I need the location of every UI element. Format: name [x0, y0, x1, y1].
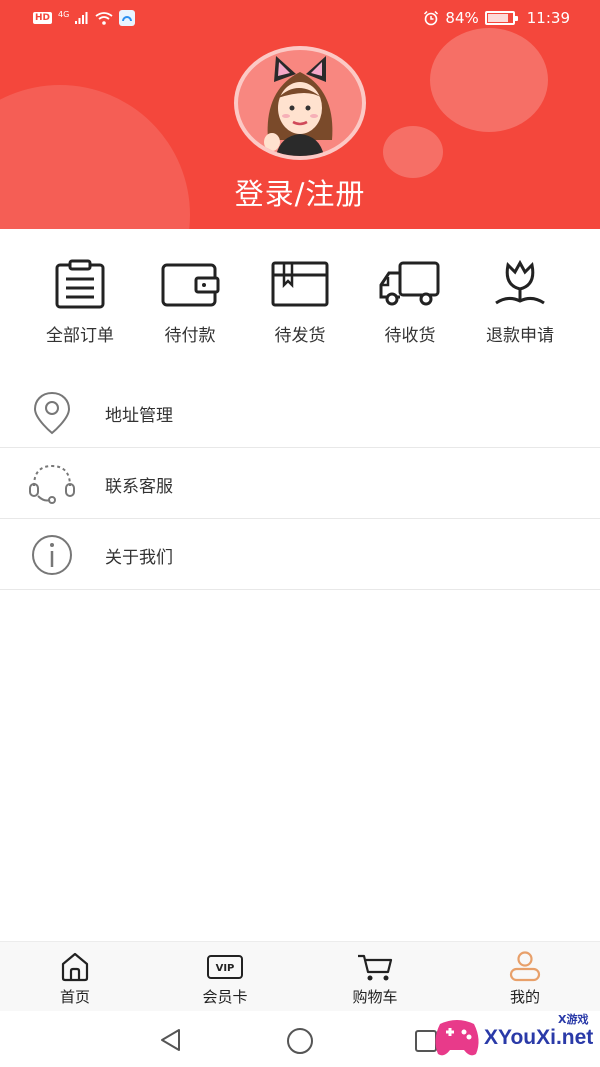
order-label: 退款申请 [486, 326, 554, 346]
login-register-link[interactable]: 登录/注册 [0, 171, 600, 213]
order-unpaid-button[interactable]: 待付款 [135, 259, 245, 354]
order-label: 待付款 [164, 326, 216, 346]
decorative-bubble [430, 28, 548, 132]
status-bar: HD 4G 84% 11:39 [0, 0, 600, 38]
location-pin-icon [33, 391, 71, 435]
alarm-icon [424, 10, 439, 26]
menu-item-label: 地址管理 [105, 406, 173, 426]
tulip-icon [495, 259, 545, 305]
tab-vip-card[interactable]: VIP 会员卡 [175, 950, 275, 1007]
battery-percent: 84% [445, 9, 479, 27]
clipboard-icon [55, 259, 105, 309]
menu-item-about[interactable]: 关于我们 [0, 519, 600, 590]
cart-icon [358, 954, 393, 981]
watermark-small-text: X游戏 [558, 1013, 589, 1026]
order-label: 待发货 [274, 326, 326, 346]
truck-icon [379, 261, 440, 306]
tab-cart[interactable]: 购物车 [325, 950, 425, 1007]
tab-home[interactable]: 首页 [25, 950, 125, 1007]
wifi-icon [95, 11, 113, 25]
order-to-ship-button[interactable]: 待发货 [245, 259, 355, 354]
gamepad-logo-icon [435, 1020, 479, 1056]
tab-label: 首页 [59, 988, 90, 1006]
wallet-icon [161, 263, 220, 307]
home-icon [61, 952, 89, 982]
avatar[interactable] [234, 46, 366, 160]
order-label: 全部订单 [46, 326, 114, 346]
menu-item-customer-service[interactable]: 联系客服 [0, 448, 600, 519]
box-icon [271, 261, 329, 307]
clock: 11:39 [526, 9, 570, 27]
order-to-receive-button[interactable]: 待收货 [355, 259, 465, 354]
settings-menu: 地址管理 联系客服 关于我们 [0, 377, 600, 590]
menu-item-label: 关于我们 [105, 548, 173, 568]
back-button[interactable] [158, 1027, 184, 1053]
order-label: 待收货 [384, 326, 436, 346]
watermark-text: XYouXi.net [484, 1026, 594, 1049]
headset-icon [29, 464, 75, 504]
tab-label: 购物车 [352, 988, 398, 1006]
vip-card-icon: VIP [207, 955, 243, 979]
home-circle-button[interactable] [286, 1027, 314, 1055]
network-type: 4G [58, 10, 70, 19]
menu-item-label: 联系客服 [105, 477, 173, 497]
profile-icon [509, 951, 541, 982]
info-icon [32, 535, 72, 575]
vip-card-icon-label: VIP [216, 963, 235, 974]
profile-header: HD 4G 84% 11:39 登录/注册 [0, 0, 600, 229]
tab-label: 会员卡 [202, 988, 248, 1006]
signal-icon [75, 12, 88, 24]
order-refund-button[interactable]: 退款申请 [465, 259, 575, 354]
order-all-button[interactable]: 全部订单 [25, 259, 135, 354]
tab-mine[interactable]: 我的 [475, 950, 575, 1007]
menu-item-address[interactable]: 地址管理 [0, 377, 600, 448]
battery-icon [484, 11, 518, 25]
watermark: X游戏 XYouXi.net [432, 1000, 600, 1067]
order-shortcuts: 全部订单 待付款 待发货 待收货 退款申请 [0, 229, 600, 369]
hd-badge: HD [33, 12, 53, 24]
app-notification-icon [119, 10, 136, 26]
